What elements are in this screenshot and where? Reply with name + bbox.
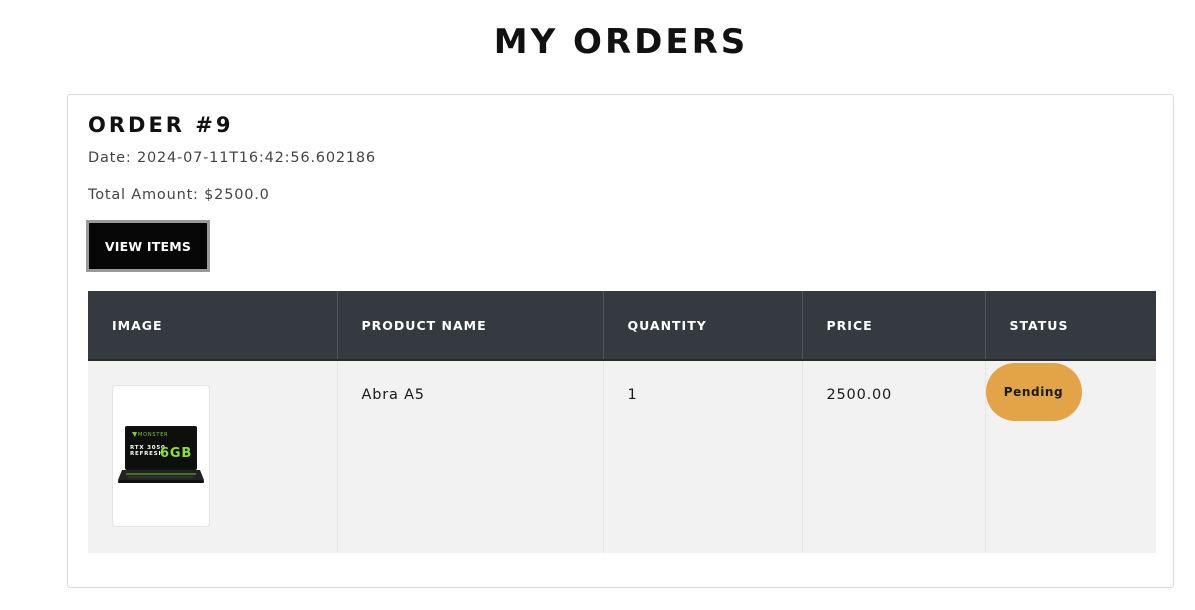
- column-header-product-name: PRODUCT NAME: [337, 291, 604, 361]
- order-items-table: IMAGE PRODUCT NAME QUANTITY PRICE STATUS: [88, 291, 1156, 553]
- order-date: Date: 2024-07-11T16:42:56.602186: [88, 150, 376, 166]
- column-header-status: STATUS: [985, 291, 1156, 361]
- status-cell: Pending: [985, 360, 1156, 553]
- price-cell: 2500.00: [802, 360, 986, 553]
- svg-text:MONSTER: MONSTER: [138, 432, 168, 438]
- product-thumbnail: MONSTER RTX 3050 REFRESH 6GB: [112, 385, 210, 527]
- column-header-quantity: QUANTITY: [603, 291, 803, 361]
- product-name-cell: Abra A5: [337, 360, 604, 553]
- quantity-cell: 1: [603, 360, 803, 553]
- order-total-amount: Total Amount: $2500.0: [88, 187, 270, 203]
- product-name: Abra A5: [361, 387, 425, 403]
- table-header-row: IMAGE PRODUCT NAME QUANTITY PRICE STATUS: [88, 291, 1156, 361]
- column-header-price: PRICE: [802, 291, 986, 361]
- image-cell: MONSTER RTX 3050 REFRESH 6GB: [88, 360, 338, 553]
- price-value: 2500.00: [826, 387, 893, 403]
- table-row: MONSTER RTX 3050 REFRESH 6GB Abra A5 1 2…: [88, 360, 1156, 553]
- view-items-button[interactable]: VIEW ITEMS: [86, 220, 210, 272]
- column-header-image: IMAGE: [88, 291, 338, 361]
- laptop-product-image: MONSTER RTX 3050 REFRESH 6GB: [118, 426, 204, 483]
- order-heading: ORDER #9: [88, 113, 234, 137]
- order-card: ORDER #9 Date: 2024-07-11T16:42:56.60218…: [67, 94, 1174, 588]
- svg-text:REFRESH: REFRESH: [130, 451, 164, 457]
- page-title: MY ORDERS: [493, 22, 749, 62]
- quantity-value: 1: [627, 387, 638, 403]
- svg-text:6GB: 6GB: [160, 446, 192, 461]
- status-badge: Pending: [985, 363, 1082, 421]
